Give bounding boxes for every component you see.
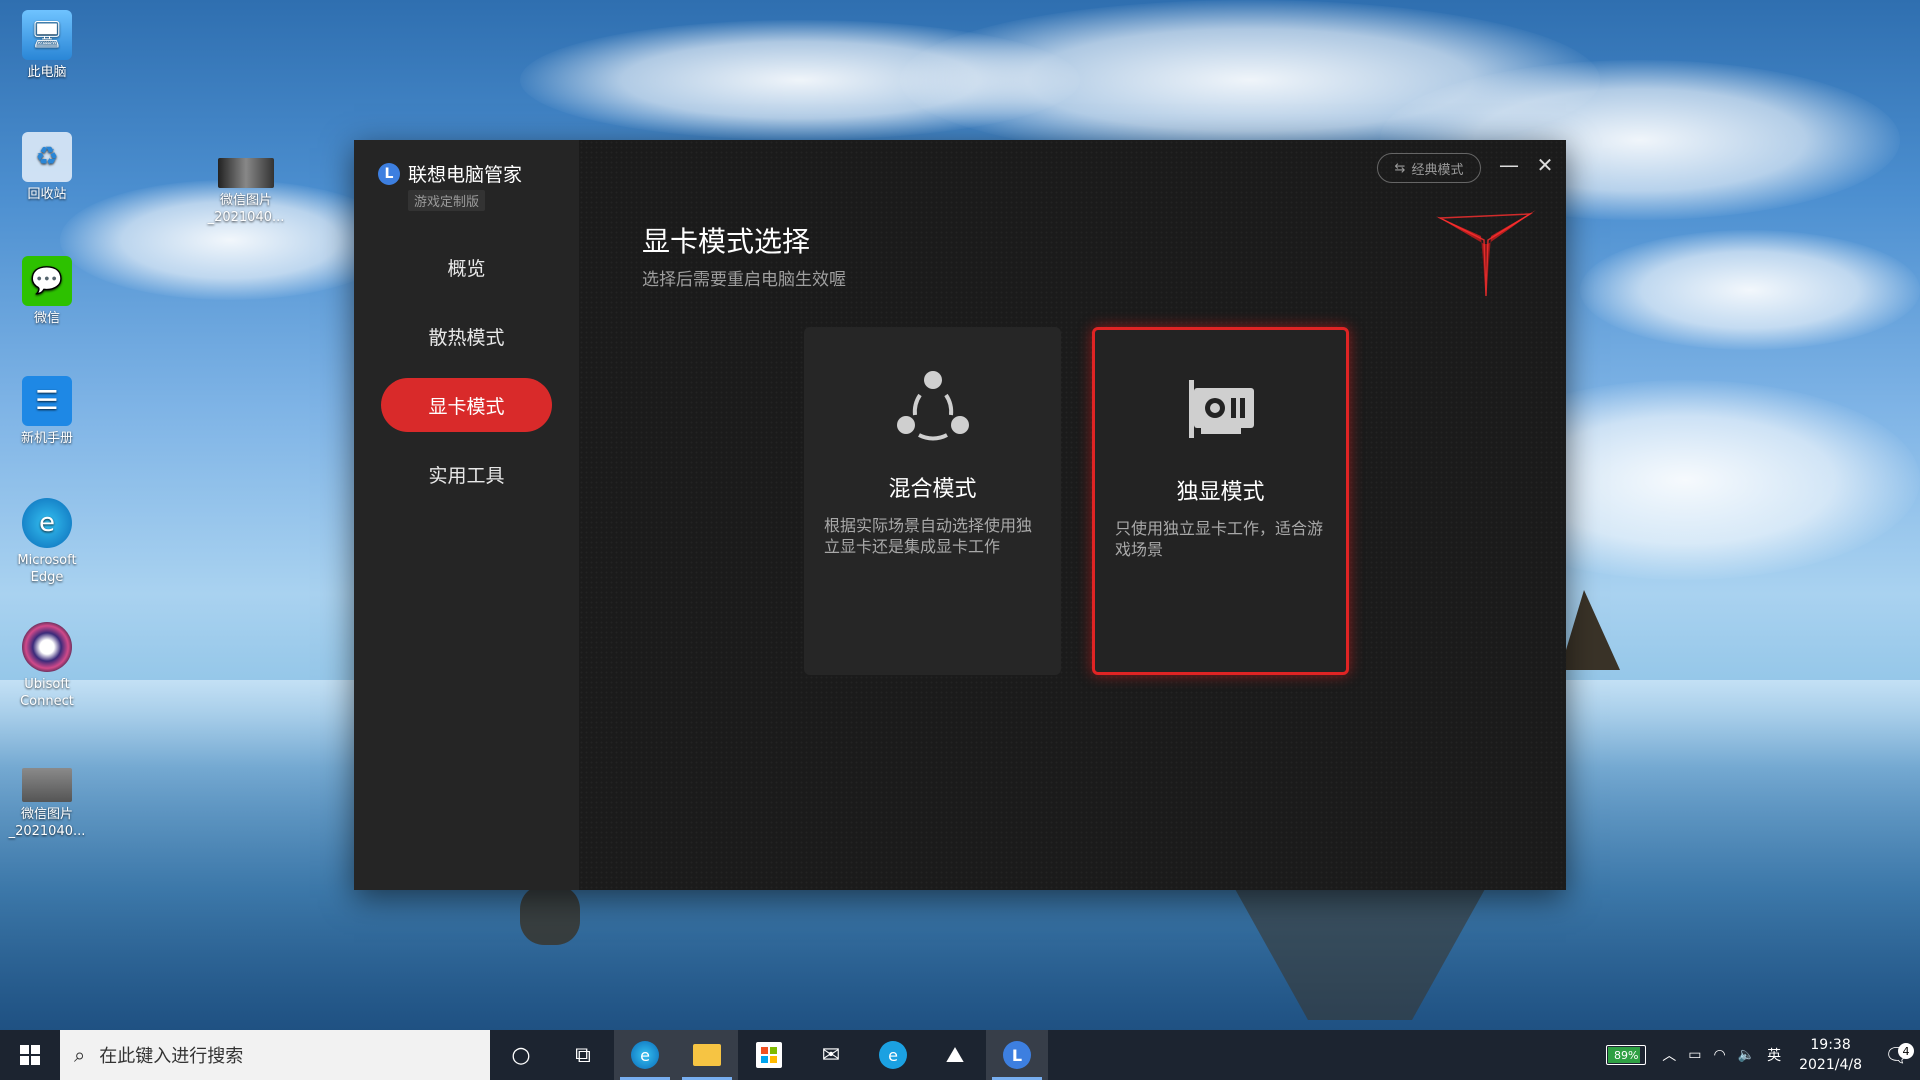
desktop-icon-recycle-bin[interactable]: ♻ 回收站: [6, 132, 88, 203]
wifi-icon[interactable]: ◠: [1707, 1047, 1731, 1063]
minimize-button[interactable]: —: [1494, 150, 1524, 180]
app-name: 联想电脑管家: [408, 164, 523, 186]
lenovo-pc-manager-window: L 联想电脑管家 游戏定制版 概览 散热模式 显卡模式 实用工具 ⇆ 经典模式 …: [354, 140, 1566, 890]
system-tray: 89% ︿ ▭ ◠ 🔈 英 19:38 2021/4/8 🗨 4: [1606, 1030, 1920, 1080]
hybrid-mode-description: 根据实际场景自动选择使用独立显卡还是集成显卡工作: [824, 516, 1033, 556]
nav-item-overview[interactable]: 概览: [381, 240, 552, 294]
action-center-button[interactable]: 🗨 4: [1874, 1043, 1920, 1067]
computer-icon: 🖥: [22, 10, 72, 60]
main-panel: ⇆ 经典模式 — ✕ 显卡模式选择 选择后需要重启电脑生效喔 混合模式 根据实际…: [579, 140, 1566, 890]
battery-indicator[interactable]: 89%: [1606, 1045, 1647, 1065]
nav-item-gpu-mode[interactable]: 显卡模式: [381, 378, 552, 432]
notification-count: 4: [1898, 1043, 1914, 1059]
desktop-icon-image-file-2[interactable]: 微信图片_2021040...: [196, 158, 296, 226]
desktop-icon-this-pc[interactable]: 🖥 此电脑: [6, 10, 88, 81]
manual-icon: ☰: [22, 376, 72, 426]
taskbar-store[interactable]: [738, 1030, 800, 1080]
photos-icon: ⛰: [945, 1042, 965, 1068]
taskbar: ⌕ 在此键入进行搜索 ○ ⧉ e ✉ e ⛰ L 89% ︿ ▭ ◠ 🔈 英 1…: [0, 1030, 1920, 1080]
clock-time: 19:38: [1810, 1037, 1851, 1053]
clock-date: 2021/4/8: [1799, 1057, 1862, 1073]
ie-icon: e: [879, 1041, 907, 1069]
cortana-icon: ○: [511, 1042, 531, 1068]
page-title: 显卡模式选择: [642, 225, 811, 258]
recycle-bin-icon: ♻: [22, 132, 72, 182]
task-view-button[interactable]: ⧉: [552, 1030, 614, 1080]
volume-icon[interactable]: 🔈: [1732, 1047, 1761, 1063]
desktop-icon-ubisoft[interactable]: Ubisoft Connect: [6, 622, 88, 710]
taskbar-lenovo-vantage[interactable]: L: [986, 1030, 1048, 1080]
desktop-icon-edge[interactable]: e Microsoft Edge: [6, 498, 88, 586]
ubisoft-icon: [22, 622, 72, 672]
power-icon[interactable]: ▭: [1682, 1047, 1707, 1063]
discrete-gpu-mode-card[interactable]: 独显模式 只使用独立显卡工作，适合游戏场景: [1092, 327, 1349, 675]
brand: L 联想电脑管家: [378, 160, 522, 187]
store-icon: [756, 1042, 782, 1068]
battery-percent: 89%: [1613, 1048, 1639, 1062]
desktop-icon-wechat[interactable]: 💬 微信: [6, 256, 88, 327]
cortana-button[interactable]: ○: [490, 1030, 552, 1080]
desktop-icon-manual[interactable]: ☰ 新机手册: [6, 376, 88, 447]
minimize-icon: —: [1499, 153, 1519, 177]
hybrid-mode-icon: [896, 371, 969, 441]
taskbar-search-box[interactable]: ⌕ 在此键入进行搜索: [60, 1030, 490, 1080]
hybrid-mode-title: 混合模式: [888, 477, 977, 502]
wechat-icon: 💬: [22, 256, 72, 306]
image-file-icon: [218, 158, 274, 188]
image-file-icon: [22, 768, 72, 802]
legion-y-logo: [1436, 210, 1536, 302]
page-subtitle: 选择后需要重启电脑生效喔: [642, 270, 846, 290]
lenovo-vantage-icon: L: [1003, 1041, 1031, 1069]
sidebar: L 联想电脑管家 游戏定制版 概览 散热模式 显卡模式 实用工具: [354, 140, 579, 890]
taskbar-ie[interactable]: e: [862, 1030, 924, 1080]
nav-item-thermal-mode[interactable]: 散热模式: [381, 309, 552, 363]
sidebar-nav: 概览 散热模式 显卡模式 实用工具: [354, 240, 579, 516]
clock[interactable]: 19:38 2021/4/8: [1787, 1035, 1874, 1075]
search-placeholder: 在此键入进行搜索: [99, 1046, 244, 1067]
lenovo-logo-icon: L: [378, 162, 400, 185]
mail-icon: ✉: [821, 1042, 841, 1068]
hybrid-mode-card[interactable]: 混合模式 根据实际场景自动选择使用独立显卡还是集成显卡工作: [804, 327, 1061, 675]
start-button[interactable]: [0, 1030, 60, 1080]
ime-indicator[interactable]: 英: [1761, 1045, 1787, 1065]
discrete-mode-description: 只使用独立显卡工作，适合游戏场景: [1115, 519, 1324, 559]
gpu-card-icon: [1188, 380, 1254, 438]
edition-badge: 游戏定制版: [408, 190, 486, 211]
file-explorer-icon: [693, 1044, 721, 1066]
task-view-icon: ⧉: [575, 1042, 591, 1068]
close-button[interactable]: ✕: [1530, 150, 1560, 180]
taskbar-edge[interactable]: e: [614, 1030, 676, 1080]
edge-icon: e: [631, 1041, 659, 1069]
taskbar-file-explorer[interactable]: [676, 1030, 738, 1080]
taskbar-photos[interactable]: ⛰: [924, 1030, 986, 1080]
close-icon: ✕: [1536, 153, 1554, 177]
windows-logo-icon: [20, 1045, 40, 1065]
classic-mode-button[interactable]: ⇆ 经典模式: [1377, 153, 1481, 183]
chevron-up-icon: ︿: [1662, 1048, 1677, 1064]
edge-icon: e: [22, 498, 72, 548]
desktop-icon-image-file[interactable]: 微信图片_2021040...: [6, 768, 88, 840]
discrete-mode-title: 独显模式: [1176, 480, 1265, 505]
search-icon: ⌕: [74, 1043, 86, 1067]
taskbar-mail[interactable]: ✉: [800, 1030, 862, 1080]
switch-arrows-icon: ⇆: [1394, 160, 1406, 176]
show-hidden-icons-button[interactable]: ︿: [1656, 1045, 1682, 1065]
nav-item-utilities[interactable]: 实用工具: [381, 447, 552, 501]
